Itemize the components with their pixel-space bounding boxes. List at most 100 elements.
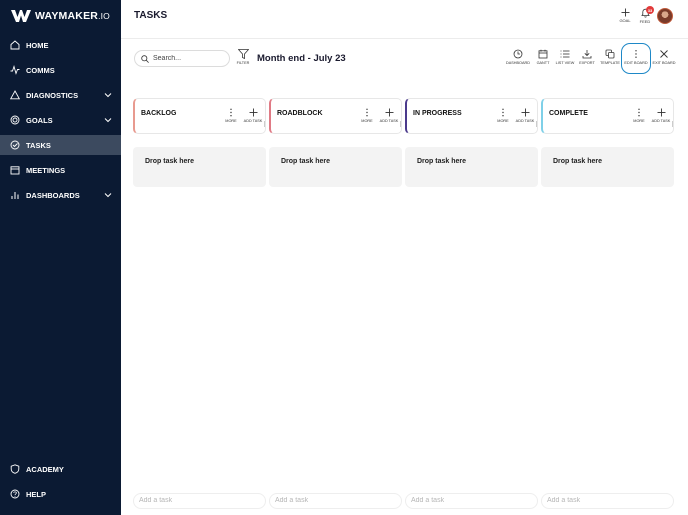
clock-icon [513,49,523,59]
tool-label: EDIT BOARD [624,61,648,65]
copy-icon [605,49,615,59]
feed-button[interactable]: 33 FEED [636,6,654,24]
more-label: MORE [361,119,373,123]
column-header: ROADBLOCK MORE ADD TASK [269,98,402,134]
feed-label: FEED [639,19,651,24]
sidebar-item-comms[interactable]: COMMS [0,60,121,80]
header-divider [121,38,688,39]
more-label: MORE [633,119,645,123]
more-vertical-icon [230,108,232,117]
chevron-down-icon[interactable] [104,191,112,199]
chevron-down-icon[interactable] [104,91,112,99]
sidebar-item-label: COMMS [26,65,55,75]
more-vertical-icon [502,108,504,117]
column-name: ROADBLOCK [277,110,323,117]
chevron-down-icon[interactable] [104,116,112,124]
column-more-button[interactable]: MORE [221,108,241,123]
column-more-button[interactable]: MORE [629,108,649,123]
add-task-field[interactable] [541,493,674,509]
dashboard-button[interactable]: DASHBOARD [504,49,532,65]
filter-label: FILTER [236,61,250,65]
search-icon [141,54,149,63]
add-task-field[interactable] [405,493,538,509]
download-icon [582,50,592,59]
bar-chart-icon [10,190,20,200]
search-input[interactable] [153,55,223,62]
column-name: IN PROGRESS [413,110,462,117]
tool-label: EXIT BOARD [652,61,676,65]
exit-board-button[interactable]: EXIT BOARD [650,49,678,65]
sidebar-item-dashboards[interactable]: DASHBOARDS [0,185,121,205]
sidebar-item-goals[interactable]: GOALS [0,110,121,130]
column-add-task-button[interactable]: ADD TASK [651,108,671,123]
sidebar-item-meetings[interactable]: MEETINGS [0,160,121,180]
sidebar-item-home[interactable]: HOME [0,35,121,55]
add-task-label: ADD TASK [243,119,263,123]
add-goal-button[interactable]: GOAL [616,8,634,23]
tool-label: TEMPLATE [600,61,620,65]
column-header: COMPLETE MORE ADD TASK [541,98,674,134]
column-add-task-button[interactable]: ADD TASK [243,108,263,123]
sidebar-item-label: DIAGNOSTICS [26,90,79,100]
plus-icon [521,108,529,117]
column-add-task-button[interactable]: ADD TASK [515,108,535,123]
add-task-input[interactable] [547,497,667,504]
add-task-field[interactable] [133,493,266,509]
calendar-icon [538,49,548,59]
column-add-task-button[interactable]: ADD TASK [379,108,399,123]
add-task-input[interactable] [411,497,531,504]
add-task-label: ADD TASK [379,119,399,123]
board-title: Month end - July 23 [257,53,346,64]
column-more-button[interactable]: MORE [493,108,513,123]
drop-zone[interactable]: Drop task here [133,147,266,187]
plus-icon [249,108,257,117]
add-task-field[interactable] [269,493,402,509]
column-divider [400,121,401,127]
column-more-button[interactable]: MORE [357,108,377,123]
column-header: IN PROGRESS MORE ADD TASK [405,98,538,134]
column-divider [672,121,673,127]
brand-logo[interactable]: WAYMAKER.IO [11,9,110,23]
brand-name: WAYMAKER.IO [35,10,110,22]
add-task-label: ADD TASK [651,119,671,123]
add-task-input[interactable] [139,497,259,504]
sidebar-item-label: TASKS [26,140,51,150]
triangle-icon [10,90,20,100]
column-name: COMPLETE [549,110,588,117]
search-box[interactable] [134,50,230,67]
template-button[interactable]: TEMPLATE [596,49,624,65]
drop-zone[interactable]: Drop task here [405,147,538,187]
column-divider [264,121,265,127]
add-task-input[interactable] [275,497,395,504]
tool-label: DASHBOARD [505,61,531,65]
edit-board-button[interactable]: EDIT BOARD [622,49,650,65]
column-header: BACKLOG MORE ADD TASK [133,98,266,134]
drop-zone[interactable]: Drop task here [269,147,402,187]
sidebar-item-academy[interactable]: ACADEMY [0,459,121,479]
drop-zone-text: Drop task here [145,158,195,165]
close-icon [660,50,668,58]
home-icon [10,40,20,50]
more-vertical-icon [635,50,637,58]
plus-icon [657,108,665,117]
drop-zone-text: Drop task here [417,158,467,165]
plus-icon [621,8,629,17]
more-vertical-icon [638,108,640,117]
sidebar-item-help[interactable]: HELP [0,484,121,504]
filter-button[interactable]: FILTER [235,49,251,65]
sidebar-item-diagnostics[interactable]: DIAGNOSTICS [0,85,121,105]
sidebar-item-label: DASHBOARDS [26,190,80,200]
plus-icon [385,108,393,117]
more-label: MORE [497,119,509,123]
waymaker-logo-icon [11,10,31,22]
sidebar-item-label: MEETINGS [26,165,66,175]
drop-zone[interactable]: Drop task here [541,147,674,187]
goal-label: GOAL [619,18,631,23]
column-name: BACKLOG [141,110,177,117]
page-title: TASKS [134,10,168,21]
sidebar-item-label: GOALS [26,115,53,125]
sidebar-item-tasks[interactable]: TASKS [0,135,121,155]
shield-icon [10,464,20,474]
user-avatar[interactable] [657,8,673,24]
sidebar-item-label: ACADEMY [26,464,64,474]
